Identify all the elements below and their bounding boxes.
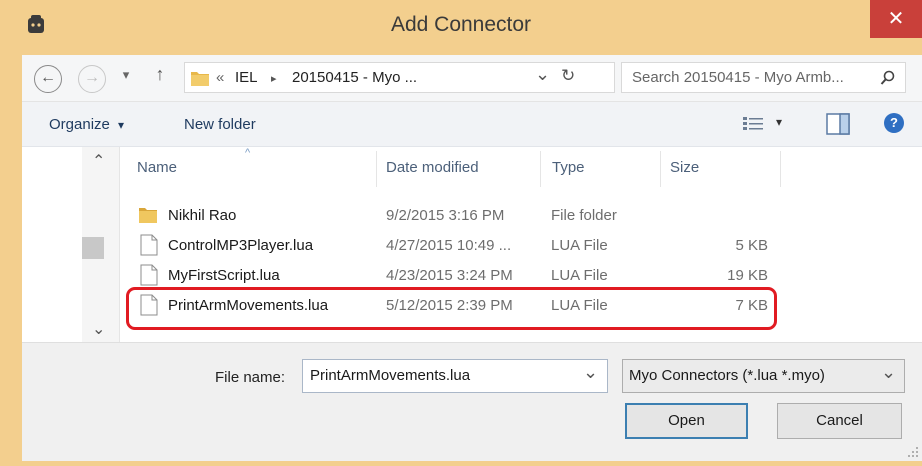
help-button[interactable]: ? <box>884 113 904 133</box>
list-item[interactable]: MyFirstScript.lua 4/23/2015 3:24 PM LUA … <box>122 263 822 289</box>
folder-icon <box>191 72 209 86</box>
organize-label: Organize <box>49 116 110 133</box>
file-type: LUA File <box>551 267 608 284</box>
view-dropdown-icon: ▾ <box>776 115 783 129</box>
filename-label: File name: <box>215 369 286 386</box>
scroll-up-icon[interactable]: ⌃ <box>92 151 105 171</box>
chevron-down-icon: ▾ <box>122 67 130 82</box>
back-arrow-icon: ← <box>40 69 56 86</box>
close-button[interactable]: ✕ <box>870 0 922 38</box>
file-size: 5 KB <box>735 237 768 254</box>
back-button[interactable]: ← <box>34 65 62 93</box>
file-name: MyFirstScript.lua <box>168 267 280 284</box>
column-divider[interactable] <box>780 151 781 187</box>
window-title: Add Connector <box>390 13 532 36</box>
file-name: Nikhil Rao <box>168 207 237 224</box>
open-button[interactable]: Open <box>625 403 748 439</box>
navigation-row: ← → ▾ ↑ « IEL ▸ 20150415 - Myo ... ⌄ ↻ S… <box>22 55 922 102</box>
file-date: 4/23/2015 3:24 PM <box>386 267 513 284</box>
recent-locations-button[interactable]: ▾ <box>118 67 134 83</box>
search-box[interactable]: Search 20150415 - Myo Armb... <box>621 62 906 93</box>
up-arrow-icon: ↑ <box>155 64 165 84</box>
scrollbar-thumb[interactable] <box>82 237 104 259</box>
file-icon <box>140 234 158 256</box>
file-type-dropdown-icon[interactable]: ⌄ <box>881 362 896 383</box>
file-date: 4/27/2015 10:49 ... <box>386 237 512 254</box>
list-item[interactable]: Nikhil Rao 9/2/2015 3:16 PM File folder <box>122 203 822 229</box>
scroll-down-icon[interactable]: ⌄ <box>92 319 105 339</box>
column-divider[interactable] <box>540 151 541 187</box>
sort-ascending-icon: ^ <box>245 147 251 159</box>
file-date: 9/2/2015 3:16 PM <box>386 207 505 224</box>
organize-button[interactable]: Organize ▾ <box>49 116 124 133</box>
dialog-client: ← → ▾ ↑ « IEL ▸ 20150415 - Myo ... ⌄ ↻ S… <box>22 55 922 461</box>
file-type: File folder <box>551 207 617 224</box>
column-header-date-modified[interactable]: Date modified <box>386 159 479 176</box>
address-dropdown-icon[interactable]: ⌄ <box>535 64 550 85</box>
file-type-value: Myo Connectors (*.lua *.myo) <box>629 367 825 384</box>
breadcrumb-item-iel[interactable]: IEL <box>235 69 258 86</box>
file-size: 19 KB <box>727 267 768 284</box>
forward-arrow-icon: → <box>84 69 100 86</box>
preview-pane-icon[interactable] <box>826 113 850 135</box>
refresh-icon[interactable]: ↻ <box>561 66 575 86</box>
filename-dropdown-icon[interactable]: ⌄ <box>583 362 598 383</box>
filename-value[interactable]: PrintArmMovements.lua <box>310 367 470 384</box>
new-folder-button[interactable]: New folder <box>184 116 256 133</box>
breadcrumb-separator-icon[interactable]: ▸ <box>271 72 277 85</box>
navigation-pane <box>22 147 82 342</box>
organize-dropdown-icon: ▾ <box>118 118 125 132</box>
file-name: ControlMP3Player.lua <box>168 237 314 254</box>
column-header-size[interactable]: Size <box>670 159 699 176</box>
details-view-icon <box>743 117 763 130</box>
file-type-select[interactable]: Myo Connectors (*.lua *.myo) ⌄ <box>622 359 905 393</box>
breadcrumb-overflow[interactable]: « <box>216 69 224 86</box>
column-header-name[interactable]: Name <box>137 159 177 176</box>
filename-panel: File name: PrintArmMovements.lua ⌄ Myo C… <box>22 342 922 461</box>
help-icon: ? <box>890 115 898 130</box>
dialog-window: Add Connector ✕ ← → ▾ ↑ « IEL ▸ 20150415… <box>0 0 922 466</box>
list-item[interactable]: ControlMP3Player.lua 4/27/2015 10:49 ...… <box>122 233 822 259</box>
search-icon[interactable] <box>880 70 896 86</box>
forward-button[interactable]: → <box>78 65 106 93</box>
address-bar[interactable]: « IEL ▸ 20150415 - Myo ... ⌄ ↻ <box>184 62 615 93</box>
column-header-type[interactable]: Type <box>552 159 585 176</box>
filename-field[interactable]: PrintArmMovements.lua ⌄ <box>302 359 608 393</box>
column-divider[interactable] <box>376 151 377 187</box>
navigation-pane-scrollbar[interactable]: ⌃ ⌄ <box>82 147 120 342</box>
column-divider[interactable] <box>660 151 661 187</box>
breadcrumb-item-current[interactable]: 20150415 - Myo ... <box>292 69 417 86</box>
resize-grip-icon[interactable] <box>907 446 919 458</box>
file-icon <box>140 264 158 286</box>
folder-icon <box>139 208 157 223</box>
command-toolbar: Organize ▾ New folder ▾ ? <box>22 102 922 147</box>
title-bar[interactable]: Add Connector ✕ <box>0 0 922 55</box>
search-input[interactable]: Search 20150415 - Myo Armb... <box>632 69 844 86</box>
cancel-button[interactable]: Cancel <box>777 403 902 439</box>
change-view-button[interactable]: ▾ <box>742 114 792 134</box>
close-icon: ✕ <box>887 8 905 30</box>
up-button[interactable]: ↑ <box>150 64 170 85</box>
file-type: LUA File <box>551 237 608 254</box>
highlight-annotation <box>126 287 777 330</box>
